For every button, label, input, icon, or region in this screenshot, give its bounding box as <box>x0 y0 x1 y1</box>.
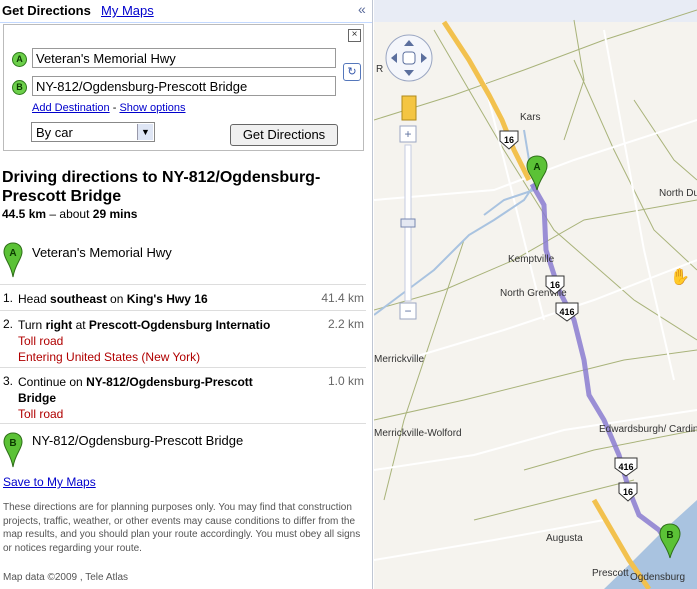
svg-text:−: − <box>404 304 411 318</box>
save-to-my-maps-link[interactable]: Save to My Maps <box>3 475 96 489</box>
travel-mode-select[interactable]: By car ▼ <box>31 122 155 142</box>
pegman-icon <box>401 95 417 121</box>
route-time: 29 mins <box>92 207 138 221</box>
step-text: Turn right at Prescott-Ogdensburg Intern… <box>18 318 271 364</box>
svg-text:A: A <box>533 162 540 173</box>
svg-text:B: B <box>666 530 673 541</box>
map-canvas[interactable]: Kars North Dundas Kemptville North Grenv… <box>374 0 697 589</box>
disclaimer-text: These directions are for planning purpos… <box>3 502 361 554</box>
svg-text:+: + <box>404 127 411 141</box>
route-distance: 44.5 km <box>2 207 47 221</box>
marker-b-pin-icon: B <box>3 432 23 468</box>
route-summary-sep: – about <box>49 207 90 221</box>
svg-text:B: B <box>9 438 16 449</box>
svg-text:A: A <box>9 248 16 259</box>
hand-icon <box>402 51 416 65</box>
step-note: Toll road <box>18 334 64 348</box>
step-number: 2. <box>3 317 14 331</box>
end-location: NY-812/Ogdensburg-Prescott Bridge <box>32 433 244 448</box>
svg-text:16: 16 <box>623 487 633 497</box>
map-label: Prescott <box>592 568 629 579</box>
direction-step[interactable]: 1. Head southeast on King's Hwy 16 41.4 … <box>0 284 366 311</box>
map-label: Merrickville-Wolford <box>374 428 462 439</box>
step-distance: 41.4 km <box>321 291 364 305</box>
from-input[interactable]: Veteran's Memorial Hwy <box>32 48 336 68</box>
map-view[interactable]: Kars North Dundas Kemptville North Grenv… <box>374 0 697 589</box>
map-label: Kemptville <box>508 254 555 265</box>
svg-text:16: 16 <box>550 280 560 290</box>
marker-a-pin-icon: A <box>3 242 23 278</box>
direction-step[interactable]: 2. Turn right at Prescott-Ogdensburg Int… <box>0 310 366 367</box>
get-directions-button[interactable]: Get Directions <box>230 124 338 146</box>
directions-form: × A Veteran's Memorial Hwy B NY-812/Ogde… <box>3 24 364 151</box>
map-data-credit: Map data ©2009 , Tele Atlas <box>3 572 129 583</box>
step-note: Entering United States (New York) <box>18 350 201 364</box>
travel-mode-value: By car <box>36 125 73 140</box>
directions-title: Driving directions to NY-812/Ogdensburg-… <box>2 169 321 205</box>
marker-a-icon: A <box>12 52 27 67</box>
tab-my-maps[interactable]: My Maps <box>101 3 154 18</box>
add-destination-link[interactable]: Add Destination <box>32 102 110 114</box>
svg-text:416: 416 <box>618 462 633 472</box>
close-icon[interactable]: × <box>348 29 361 42</box>
map-label: North Dundas <box>659 188 697 199</box>
map-label: Augusta <box>546 533 583 544</box>
step-distance: 1.0 km <box>327 374 364 388</box>
directions-panel: Get Directions My Maps « × A Veteran's M… <box>0 0 373 589</box>
pan-control[interactable] <box>385 34 433 82</box>
divider <box>0 423 366 424</box>
svg-text:416: 416 <box>559 307 574 317</box>
hand-cursor-icon: ✋ <box>670 267 690 286</box>
tab-get-directions[interactable]: Get Directions <box>2 3 91 18</box>
link-separator: - <box>112 102 117 114</box>
direction-step[interactable]: 3. Continue on NY-812/Ogdensburg-Prescot… <box>0 367 366 424</box>
step-distance: 2.2 km <box>327 317 364 331</box>
swap-icon[interactable]: ↻ <box>343 63 361 81</box>
map-label: Edwardsburgh/ Cardinal <box>599 424 697 435</box>
map-label: Merrickville <box>374 354 424 365</box>
step-text: Head southeast on King's Hwy 16 <box>18 292 208 306</box>
map-label: Kars <box>520 112 541 123</box>
collapse-panel-icon[interactable]: « <box>358 1 366 17</box>
to-input[interactable]: NY-812/Ogdensburg-Prescott Bridge <box>32 76 336 96</box>
step-note: Toll road <box>18 407 64 421</box>
tab-bar: Get Directions My Maps « <box>0 0 372 23</box>
map-label: Ogdensburg <box>630 572 685 583</box>
step-number: 1. <box>3 291 14 305</box>
map-label: R <box>376 64 383 75</box>
route-summary: 44.5 km – about 29 mins <box>2 207 137 221</box>
marker-b-icon: B <box>12 80 27 95</box>
step-text: Continue on NY-812/Ogdensburg-Prescott B… <box>18 375 253 421</box>
form-links: Add Destination - Show options <box>32 102 186 114</box>
chevron-down-icon[interactable]: ▼ <box>137 124 153 140</box>
start-location: Veteran's Memorial Hwy <box>32 245 172 260</box>
step-number: 3. <box>3 374 14 388</box>
zoom-slider-handle <box>400 218 416 228</box>
show-options-link[interactable]: Show options <box>119 102 185 114</box>
svg-text:16: 16 <box>504 135 514 145</box>
